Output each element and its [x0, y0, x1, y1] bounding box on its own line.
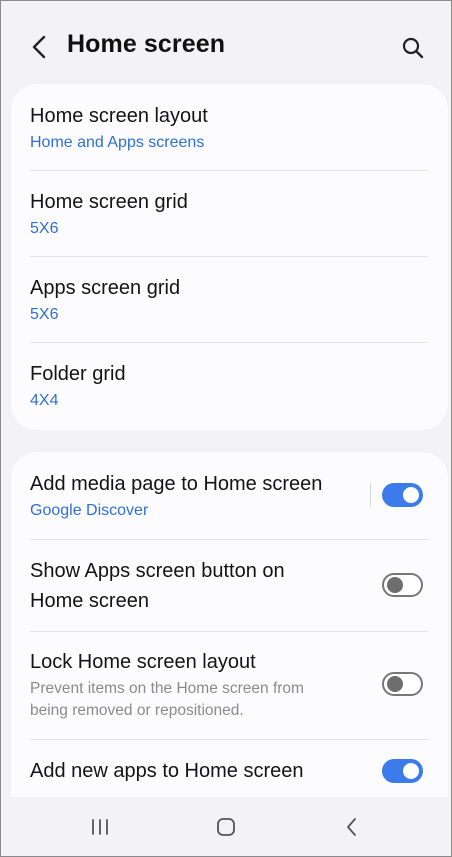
- recent-apps-icon: [92, 819, 108, 835]
- nav-back-button[interactable]: [332, 813, 372, 841]
- page-title: Home screen: [67, 30, 226, 58]
- setting-add-media-page[interactable]: Add media page to Home screen Google Dis…: [11, 452, 448, 539]
- search-button[interactable]: [398, 33, 428, 63]
- setting-description-line2: being removed or repositioned.: [30, 702, 244, 719]
- setting-title: Folder grid: [30, 363, 126, 385]
- setting-title: Add new apps to Home screen: [30, 760, 304, 782]
- layout-settings-card: Home screen layout Home and Apps screens…: [11, 84, 448, 430]
- apps-button-toggle[interactable]: [382, 573, 423, 597]
- setting-title: Home screen grid: [30, 191, 188, 213]
- setting-value: 5X6: [30, 220, 59, 237]
- setting-value: Home and Apps screens: [30, 134, 205, 151]
- system-navigation-bar: [0, 797, 452, 857]
- toggle-knob: [403, 763, 419, 779]
- setting-value: 5X6: [30, 306, 59, 323]
- home-button[interactable]: [206, 813, 246, 841]
- toggle-settings-card: Add media page to Home screen Google Dis…: [11, 452, 448, 797]
- setting-title: Apps screen grid: [30, 277, 181, 299]
- setting-title: Home screen layout: [30, 105, 208, 127]
- home-icon: [217, 818, 235, 836]
- setting-show-apps-button[interactable]: Show Apps screen button on Home screen: [11, 540, 448, 631]
- media-page-toggle[interactable]: [382, 483, 423, 507]
- setting-value: 4X4: [30, 392, 59, 409]
- chevron-left-icon: [32, 35, 46, 59]
- setting-apps-screen-grid[interactable]: Apps screen grid 5X6: [11, 257, 448, 343]
- setting-title-line1: Show Apps screen button on: [30, 560, 285, 582]
- search-icon: [402, 37, 424, 59]
- vertical-separator: [370, 483, 371, 507]
- lock-layout-toggle[interactable]: [382, 672, 423, 696]
- app-header: Home screen: [0, 0, 452, 92]
- setting-folder-grid[interactable]: Folder grid 4X4: [11, 343, 448, 430]
- setting-title: Lock Home screen layout: [30, 651, 256, 673]
- add-new-apps-toggle[interactable]: [382, 759, 423, 783]
- setting-value: Google Discover: [30, 502, 149, 519]
- back-button[interactable]: [24, 30, 54, 64]
- setting-lock-layout[interactable]: Lock Home screen layout Prevent items on…: [11, 632, 448, 739]
- setting-home-screen-grid[interactable]: Home screen grid 5X6: [11, 171, 448, 257]
- setting-description-line1: Prevent items on the Home screen from: [30, 680, 304, 697]
- back-icon: [347, 818, 356, 836]
- toggle-knob: [387, 676, 403, 692]
- setting-add-new-apps[interactable]: Add new apps to Home screen: [11, 740, 448, 797]
- toggle-knob: [403, 487, 419, 503]
- setting-home-screen-layout[interactable]: Home screen layout Home and Apps screens: [11, 84, 448, 170]
- recent-apps-button[interactable]: [80, 813, 120, 841]
- setting-title: Add media page to Home screen: [30, 473, 323, 495]
- toggle-knob: [387, 577, 403, 593]
- setting-title-line2: Home screen: [30, 590, 149, 612]
